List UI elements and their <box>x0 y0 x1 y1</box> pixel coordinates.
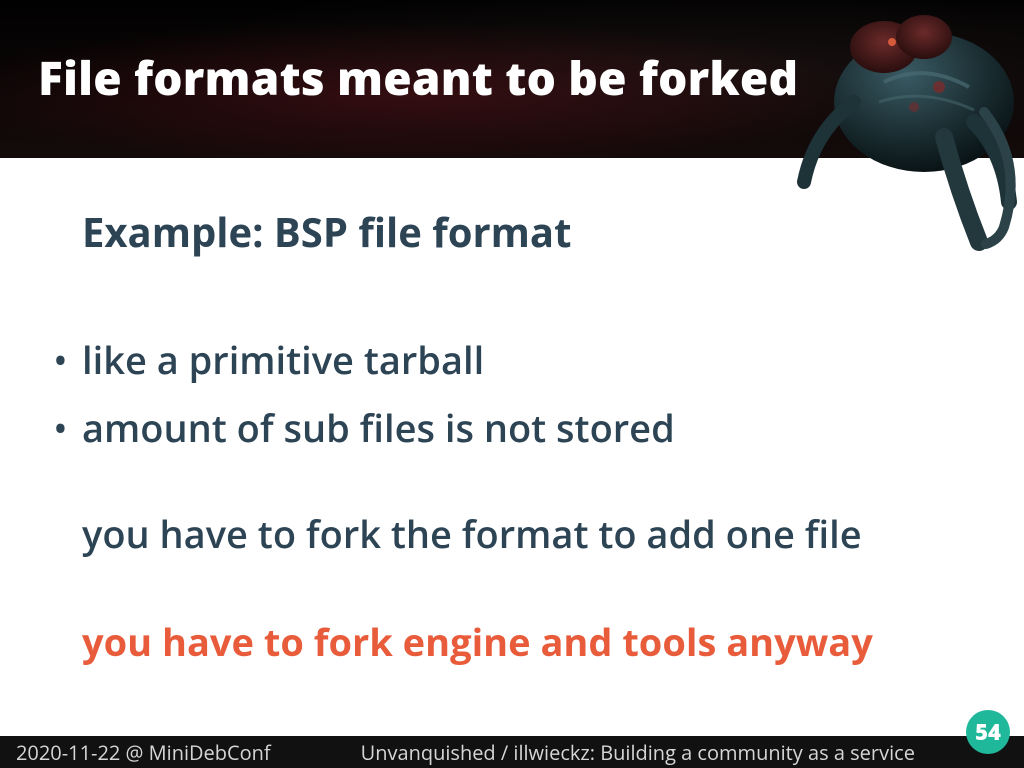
slide-title: File formats meant to be forked <box>38 51 798 106</box>
bullet-item: amount of sub files is not stored <box>82 405 974 453</box>
slide-body: Example: BSP file format like a primitiv… <box>0 158 1024 768</box>
footer-date-venue: 2020-11-22 @ MiniDebConf <box>16 739 271 766</box>
bullet-item: like a primitive tarball <box>82 337 974 385</box>
page-number-badge: 54 <box>966 710 1010 754</box>
slide: File formats meant to be forked <box>0 0 1024 768</box>
footer-talk-title: Unvanquished / illwieckz: Building a com… <box>361 739 915 766</box>
consequence-line: you have to fork the format to add one f… <box>82 508 974 560</box>
highlight-line: you have to fork engine and tools anyway <box>82 616 974 668</box>
example-subtitle: Example: BSP file format <box>82 204 974 259</box>
slide-footer: 2020-11-22 @ MiniDebConf Unvanquished / … <box>0 736 1024 768</box>
slide-header: File formats meant to be forked <box>0 0 1024 158</box>
bullet-list: like a primitive tarball amount of sub f… <box>82 337 974 452</box>
page-number: 54 <box>975 717 1001 747</box>
